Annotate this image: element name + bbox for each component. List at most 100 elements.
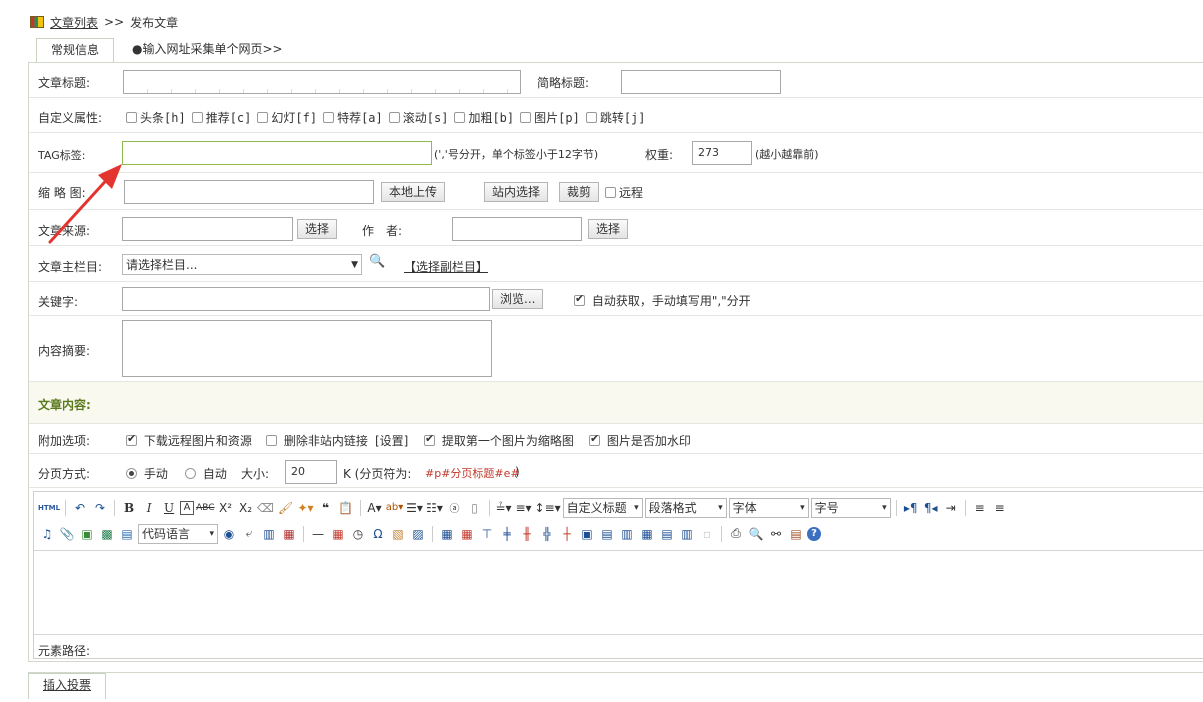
- page-break-icon[interactable]: ⤶: [240, 525, 258, 543]
- author-select-button[interactable]: 选择: [588, 219, 629, 239]
- redo-icon[interactable]: ↷: [91, 499, 109, 517]
- superscript-icon[interactable]: X²: [217, 499, 235, 517]
- map-icon[interactable]: ◉: [220, 525, 238, 543]
- delete-row-icon[interactable]: ╫: [518, 525, 536, 543]
- paging-auto-radio[interactable]: 自动: [185, 465, 227, 482]
- paging-manual-radio[interactable]: 手动: [126, 465, 168, 482]
- attr-checkbox-jump[interactable]: 跳转[j]: [585, 109, 646, 126]
- weight-input[interactable]: 273: [692, 141, 752, 165]
- template-icon[interactable]: ▥: [260, 525, 278, 543]
- row-spacing-top-icon[interactable]: ≟▾: [495, 499, 513, 517]
- underline-icon[interactable]: U: [160, 499, 178, 517]
- first-image-thumb-checkbox[interactable]: 提取第一个图片为缩略图: [424, 432, 574, 449]
- video-icon[interactable]: ▤: [118, 525, 136, 543]
- title-input[interactable]: [123, 70, 521, 94]
- clear-doc-icon[interactable]: ▯: [466, 499, 484, 517]
- attr-checkbox-special[interactable]: 特荐[a]: [323, 109, 383, 126]
- merge-cells-icon[interactable]: ▣: [578, 525, 596, 543]
- auto-keyword-checkbox[interactable]: 自动获取，手动填写用","分开: [574, 292, 751, 309]
- delete-col-icon[interactable]: ┼: [558, 525, 576, 543]
- row-spacing-bottom-icon[interactable]: ≡▾: [515, 499, 533, 517]
- insert-col-icon[interactable]: ╬: [538, 525, 556, 543]
- help-icon[interactable]: ?: [807, 526, 821, 541]
- line-height-icon[interactable]: ↕≡▾: [535, 499, 561, 517]
- merge-down-icon[interactable]: ▥: [618, 525, 636, 543]
- eraser-icon[interactable]: ⌫: [257, 499, 275, 517]
- thumb-input[interactable]: [124, 180, 374, 204]
- align-center-icon[interactable]: ≡: [991, 499, 1009, 517]
- preview-icon[interactable]: 🔍: [747, 525, 765, 543]
- html-source-icon[interactable]: HTML: [38, 499, 60, 517]
- music-icon[interactable]: ♫: [38, 525, 56, 543]
- tab-collect-url[interactable]: ●输入网址采集单个网页>>: [118, 38, 297, 62]
- background-icon[interactable]: ▦: [280, 525, 298, 543]
- word-image-icon[interactable]: ▨: [409, 525, 427, 543]
- chart-icon[interactable]: ▫: [698, 525, 716, 543]
- split-cols-icon[interactable]: ▥: [678, 525, 696, 543]
- font-border-icon[interactable]: A: [180, 500, 195, 515]
- remote-checkbox[interactable]: 远程: [605, 184, 643, 201]
- auto-format-icon[interactable]: ✦▾: [297, 499, 315, 517]
- indent-icon[interactable]: ⇥: [942, 499, 960, 517]
- paragraph-format-select[interactable]: 段落格式 ▾: [644, 497, 727, 518]
- crop-button[interactable]: 裁剪: [559, 182, 600, 202]
- insert-para-before-table-icon[interactable]: ⊤: [478, 525, 496, 543]
- browse-button[interactable]: 浏览...: [492, 289, 544, 309]
- source-select-button[interactable]: 选择: [297, 219, 338, 239]
- subscript-icon[interactable]: X₂: [237, 499, 255, 517]
- attr-checkbox-slide[interactable]: 幻灯[f]: [257, 109, 317, 126]
- editor-content-area[interactable]: [34, 550, 1203, 634]
- split-cells-icon[interactable]: ▦: [638, 525, 656, 543]
- paste-plain-icon[interactable]: 📋: [337, 499, 355, 517]
- bold-icon[interactable]: B: [120, 499, 138, 517]
- attr-checkbox-headline[interactable]: 头条[h]: [126, 109, 186, 126]
- insert-row-icon[interactable]: ╪: [498, 525, 516, 543]
- author-input[interactable]: [452, 217, 582, 241]
- ltr-icon[interactable]: ▸¶: [902, 499, 920, 517]
- ordered-list-icon[interactable]: ☰▾: [406, 499, 424, 517]
- print-icon[interactable]: ⎙: [727, 525, 745, 543]
- attr-checkbox-bold[interactable]: 加粗[b]: [454, 109, 514, 126]
- attr-checkbox-picture[interactable]: 图片[p]: [520, 109, 580, 126]
- attr-checkbox-recommend[interactable]: 推荐[c]: [191, 109, 251, 126]
- special-char-icon[interactable]: Ω: [369, 525, 387, 543]
- undo-icon[interactable]: ↶: [71, 499, 89, 517]
- remove-links-checkbox[interactable]: 删除非站内链接: [266, 432, 368, 449]
- horizontal-rule-icon[interactable]: —: [309, 525, 327, 543]
- time-icon[interactable]: ◷: [349, 525, 367, 543]
- font-color-icon[interactable]: A▾: [366, 499, 384, 517]
- strikethrough-icon[interactable]: ABC: [196, 499, 214, 517]
- short-title-input[interactable]: [621, 70, 781, 94]
- align-left-icon[interactable]: ≡: [971, 499, 989, 517]
- tag-input[interactable]: [122, 141, 432, 165]
- source-input[interactable]: [122, 217, 293, 241]
- date-icon[interactable]: ▦: [329, 525, 347, 543]
- local-upload-button[interactable]: 本地上传: [381, 182, 446, 202]
- select-all-icon[interactable]: ⓐ: [446, 499, 464, 517]
- watermark-checkbox[interactable]: 图片是否加水印: [589, 432, 691, 449]
- sub-column-link[interactable]: 【选择副栏目】: [404, 258, 488, 275]
- font-size-select[interactable]: 字号 ▾: [810, 497, 891, 518]
- attr-checkbox-scroll[interactable]: 滚动[s]: [388, 109, 448, 126]
- search-icon[interactable]: 🔍: [369, 254, 385, 269]
- split-rows-icon[interactable]: ▤: [658, 525, 676, 543]
- unordered-list-icon[interactable]: ☷▾: [426, 499, 444, 517]
- multi-image-icon[interactable]: ▩: [98, 525, 116, 543]
- blockquote-icon[interactable]: ❝: [317, 499, 335, 517]
- column-select[interactable]: 请选择栏目... ▼: [122, 254, 362, 275]
- format-brush-icon[interactable]: 🖌: [277, 499, 295, 517]
- tab-insert-vote[interactable]: 插入投票: [28, 673, 107, 699]
- delete-table-icon[interactable]: ▦: [458, 525, 476, 543]
- draft-icon[interactable]: ▤: [787, 525, 805, 543]
- code-language-select[interactable]: 代码语言 ▾: [138, 523, 218, 544]
- rtl-icon[interactable]: ¶◂: [922, 499, 940, 517]
- site-select-button[interactable]: 站内选择: [484, 182, 549, 202]
- attachment-icon[interactable]: 📎: [58, 525, 76, 543]
- size-input[interactable]: 20: [285, 460, 337, 484]
- snapscreen-icon[interactable]: ▧: [389, 525, 407, 543]
- search-replace-icon[interactable]: ⚯: [767, 525, 785, 543]
- settings-link[interactable]: [设置]: [375, 432, 408, 449]
- font-family-select[interactable]: 字体 ▾: [728, 497, 809, 518]
- download-remote-checkbox[interactable]: 下载远程图片和资源: [126, 432, 252, 449]
- image-icon[interactable]: ▣: [78, 525, 96, 543]
